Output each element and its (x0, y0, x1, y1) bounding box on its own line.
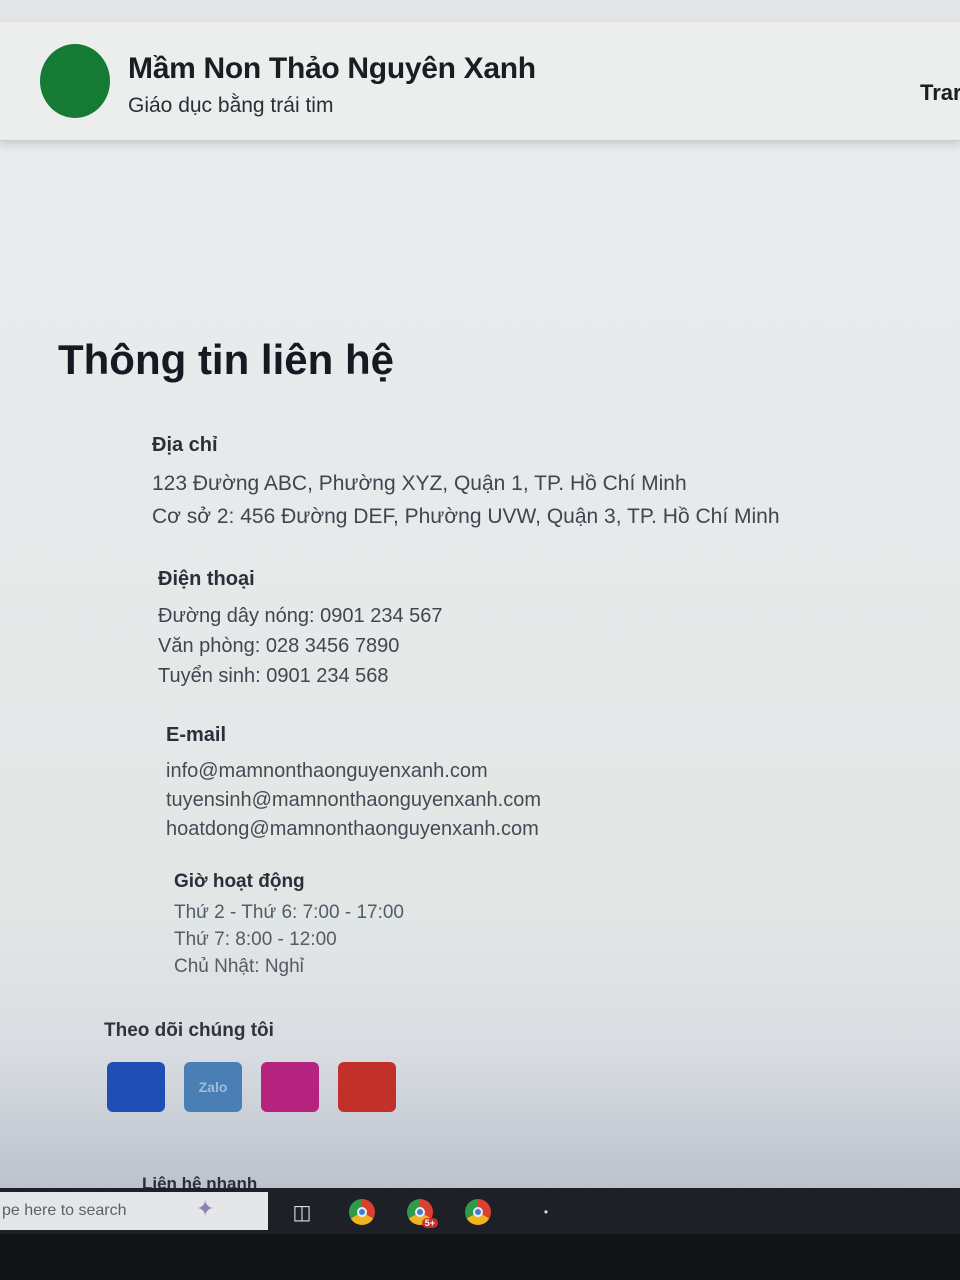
office-phone[interactable]: Văn phòng: 028 3456 7890 (158, 631, 443, 661)
email-link-activities[interactable]: hoatdong@mamnonthaonguyenxanh.com (166, 815, 541, 844)
zalo-icon[interactable]: Zalo (184, 1062, 242, 1112)
hotline-phone[interactable]: Đường dây nóng: 0901 234 567 (158, 601, 443, 631)
monitor-bezel (0, 1234, 960, 1280)
email-heading: E-mail (166, 724, 227, 746)
address-heading: Địa chỉ (152, 434, 218, 456)
phone-section: Điện thoại Đường dây nóng: 0901 234 567 … (158, 568, 443, 691)
email-link-admissions[interactable]: tuyensinh@mamnonthaonguyenxanh.com (166, 786, 541, 815)
browser-top-edge (0, 0, 960, 23)
hours-line: Thứ 7: 8:00 - 12:00 (174, 929, 337, 950)
hours-section: Giờ hoạt động Thứ 2 - Thứ 6: 7:00 - 17:0… (174, 871, 404, 980)
search-highlight-icon: ✦ (196, 1196, 215, 1221)
site-header: Mầm Non Thảo Nguyên Xanh Giáo dục bằng t… (0, 22, 960, 141)
taskbar-dot-icon: • (543, 1205, 549, 1219)
hours-heading: Giờ hoạt động (174, 871, 305, 892)
follow-us-heading: Theo dõi chúng tôi (104, 1020, 274, 1041)
hours-line: Thứ 2 - Thứ 6: 7:00 - 17:00 (174, 902, 404, 923)
facebook-icon[interactable] (107, 1062, 165, 1112)
email-section: E-mail info@mamnonthaonguyenxanh.com tuy… (166, 724, 541, 844)
admissions-phone[interactable]: Tuyển sinh: 0901 234 568 (158, 661, 443, 691)
instagram-icon[interactable] (261, 1062, 319, 1112)
youtube-icon[interactable] (338, 1062, 396, 1112)
email-link-info[interactable]: info@mamnonthaonguyenxanh.com (166, 757, 541, 786)
taskbar-search-placeholder: pe here to search (2, 1202, 127, 1219)
page-title: Thông tin liên hệ (58, 336, 394, 383)
phone-heading: Điện thoại (158, 568, 255, 590)
hours-line: Chủ Nhật: Nghỉ (174, 956, 304, 977)
zalo-label: Zalo (198, 1079, 228, 1095)
chrome-profile-icon[interactable]: 5+ (400, 1196, 440, 1228)
brand-name[interactable]: Mầm Non Thảo Nguyên Xanh (128, 52, 536, 86)
windows-taskbar: pe here to search ✦ ◫ 5+ • (0, 1188, 960, 1234)
task-view-icon[interactable]: ◫ (282, 1196, 322, 1228)
address-section: Địa chỉ 123 Đường ABC, Phường XYZ, Quận … (152, 434, 780, 533)
brand-tagline: Giáo dục bằng trái tim (128, 94, 334, 117)
school-logo[interactable] (40, 44, 110, 118)
address-line: Cơ sở 2: 456 Đường DEF, Phường UVW, Quận… (152, 505, 780, 528)
address-line: 123 Đường ABC, Phường XYZ, Quận 1, TP. H… (152, 472, 687, 495)
notification-badge: 5+ (421, 1218, 438, 1228)
chrome-icon[interactable] (342, 1196, 382, 1228)
nav-link-home[interactable]: Trar (920, 80, 960, 106)
chrome-app-icon[interactable] (458, 1196, 498, 1228)
taskbar-search-box[interactable]: pe here to search ✦ (0, 1192, 268, 1230)
